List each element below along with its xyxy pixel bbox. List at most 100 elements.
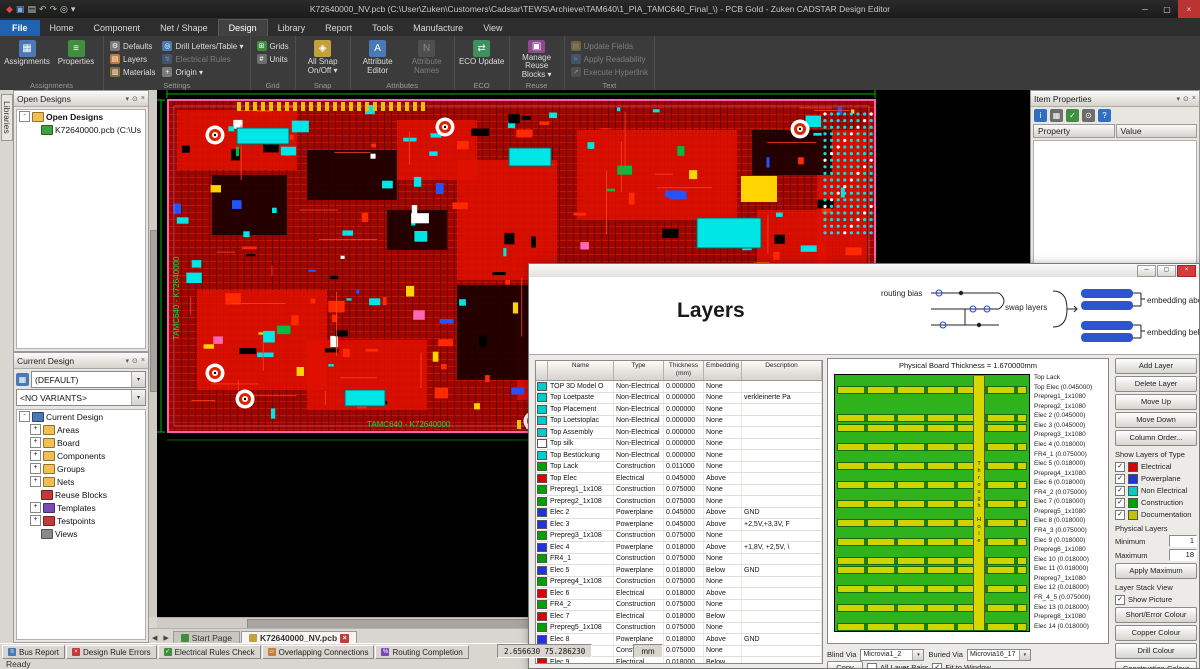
all-snap-on-off-button[interactable]: ◈All Snap On/Off ▾ (300, 38, 346, 79)
column-order-button[interactable]: Column Order... (1115, 430, 1197, 446)
chevron-down-icon[interactable]: ▾ (126, 95, 130, 103)
delete-layer-button[interactable]: Delete Layer (1115, 376, 1197, 392)
move-up-button[interactable]: Move Up (1115, 394, 1197, 410)
assignments-button[interactable]: ▦Assignments (4, 38, 50, 79)
show-layer-construction[interactable]: ✓Construction (1115, 497, 1197, 508)
current-design-templates[interactable]: +Templates (17, 501, 145, 514)
property-column-header[interactable]: Property (1033, 124, 1115, 138)
layer-row-fr4-2[interactable]: FR4_2Construction0.075000None (536, 600, 822, 612)
expander-icon[interactable]: - (19, 411, 30, 422)
layer-row-top-best-ckung[interactable]: Top BestückungNon-Electrical0.000000None (536, 450, 822, 462)
value-column-header[interactable]: Value (1116, 124, 1198, 138)
chevron-down-icon[interactable]: ▾ (1177, 95, 1181, 103)
ribbon-tab-tools[interactable]: Tools (362, 20, 403, 36)
defaults-button[interactable]: ⚙Defaults (108, 40, 157, 52)
current-design-areas[interactable]: +Areas (17, 423, 145, 436)
close-button[interactable]: × (1178, 0, 1200, 18)
libraries-tab[interactable]: Libraries (1, 94, 13, 141)
layer-row-elec-2[interactable]: Elec 2Powerplane0.045000AboveGND (536, 508, 822, 520)
expander-icon[interactable]: + (30, 476, 41, 487)
close-icon[interactable]: × (1192, 95, 1196, 103)
attribute-editor-button[interactable]: AAttribute Editor (355, 38, 401, 79)
ribbon-tab-view[interactable]: View (473, 20, 512, 36)
dialog-minimize-button[interactable]: ─ (1137, 265, 1156, 277)
ribbon-tab-report[interactable]: Report (315, 20, 362, 36)
pin-icon[interactable]: ⊙ (132, 357, 138, 365)
routing-completion-button[interactable]: %Routing Completion (375, 645, 468, 659)
origin-button[interactable]: +Origin ▾ (160, 66, 245, 78)
layer-row-top-loetpaste[interactable]: Top LoetpasteNon-Electrical0.000000Nonev… (536, 393, 822, 405)
eco-update-button[interactable]: ⇄ECO Update (459, 38, 505, 79)
ribbon-tab-file[interactable]: File (0, 20, 40, 36)
layer-row-top-3d-model-o[interactable]: TOP 3D Model ONon-Electrical0.000000None (536, 381, 822, 393)
current-design-board[interactable]: +Board (17, 436, 145, 449)
layers-dialog-titlebar[interactable]: ─▢× (529, 264, 1199, 277)
app-icon[interactable]: ◆ (6, 3, 13, 15)
checkbox-icon[interactable]: ✓ (1115, 462, 1125, 472)
chevron-down-icon[interactable]: ▾ (131, 372, 145, 387)
current-design-reuse-blocks[interactable]: Reuse Blocks (17, 488, 145, 501)
redo-icon[interactable]: ↷ (50, 3, 58, 15)
column-header-type[interactable]: Type (614, 361, 664, 380)
units-button[interactable]: #Units (255, 53, 291, 65)
minimize-button[interactable]: ─ (1134, 0, 1156, 18)
attribute-names-button[interactable]: NAttribute Names (404, 38, 450, 79)
move-down-button[interactable]: Move Down (1115, 412, 1197, 428)
checkbox-icon[interactable] (867, 663, 877, 669)
layer-row-prepreg4-1x108[interactable]: Prepreg4_1x108Construction0.075000None (536, 577, 822, 589)
show-layer-non-electrical[interactable]: ✓Non Electrical (1115, 485, 1197, 496)
expander-icon[interactable]: + (30, 424, 41, 435)
open-designs-open-designs[interactable]: -Open Designs (17, 110, 145, 123)
grids-button[interactable]: ⊞Grids (255, 40, 291, 52)
layer-row-top-lack[interactable]: Top LackConstruction0.011000None (536, 462, 822, 474)
copper-colour-button[interactable]: Copper Colour (1115, 625, 1197, 641)
expander-icon[interactable]: + (30, 515, 41, 526)
current-design-nets[interactable]: +Nets (17, 475, 145, 488)
layer-row-top-loetstoplac[interactable]: Top LoetstoplacNon-Electrical0.000000Non… (536, 416, 822, 428)
properties-button[interactable]: ≡Properties (53, 38, 99, 79)
add-layer-button[interactable]: Add Layer (1115, 358, 1197, 374)
expander-icon[interactable]: + (30, 463, 41, 474)
current-design-current-design[interactable]: -Current Design (17, 410, 145, 423)
save-icon[interactable]: ▣ (16, 3, 25, 15)
layer-row-elec-3[interactable]: Elec 3Powerplane0.045000Above+2,5V,+3,3V… (536, 519, 822, 531)
short-error-colour-button[interactable]: Short/Error Colour (1115, 607, 1197, 623)
maximum-field[interactable]: 18 (1169, 549, 1197, 561)
materials-button[interactable]: ▥Materials (108, 66, 157, 78)
close-icon[interactable]: × (141, 95, 145, 103)
update-fields-button[interactable]: ▤Update Fields (569, 40, 650, 52)
ribbon-tab-manufacture[interactable]: Manufacture (403, 20, 473, 36)
chevron-down-icon[interactable]: ▾ (126, 357, 130, 365)
layer-row-prepreg3-1x108[interactable]: Prepreg3_1x108Construction0.075000None (536, 531, 822, 543)
buried-via-dropdown[interactable]: Microvia16_17 ▾ (967, 649, 1031, 661)
undo-icon[interactable]: ↶ (39, 3, 47, 15)
current-design-views[interactable]: Views (17, 527, 145, 540)
blind-via-dropdown[interactable]: Microvia1_2 ▾ (860, 649, 924, 661)
chevron-down-icon[interactable]: ▾ (912, 650, 923, 660)
ribbon-tab-component[interactable]: Component (84, 20, 151, 36)
variant-dropdown[interactable]: (DEFAULT) ▾ (31, 371, 146, 388)
current-design-components[interactable]: +Components (17, 449, 145, 462)
ribbon-tab-library[interactable]: Library (268, 20, 316, 36)
current-design-groups[interactable]: +Groups (17, 462, 145, 475)
design-rule-errors-button[interactable]: ×Design Rule Errors (66, 645, 157, 659)
minimum-field[interactable]: 1 (1169, 535, 1197, 547)
dialog-maximize-button[interactable]: ▢ (1157, 265, 1176, 277)
show-layer-electrical[interactable]: ✓Electrical (1115, 461, 1197, 472)
expander-icon[interactable]: + (30, 437, 41, 448)
open-designs-k72640000-pcb-c-us[interactable]: K72640000.pcb (C:\Us (17, 123, 145, 136)
variant-icon[interactable]: ▦ (16, 373, 29, 386)
expander-icon[interactable]: + (30, 450, 41, 461)
layer-row-top-elec[interactable]: Top ElecElectrical0.045000Above (536, 473, 822, 485)
pin-icon[interactable]: ⊙ (1082, 109, 1095, 122)
print-icon[interactable]: ▤ (27, 3, 36, 15)
chevron-down-icon[interactable]: ▾ (131, 390, 145, 405)
expander-icon[interactable]: + (30, 502, 41, 513)
zoom-icon[interactable]: ◎ (60, 3, 68, 15)
dialog-close-button[interactable]: × (1177, 265, 1196, 277)
info-icon[interactable]: i (1034, 109, 1047, 122)
manage-reuse-blocks-button[interactable]: ▣Manage Reuse Blocks ▾ (514, 38, 560, 79)
column-header-embedding[interactable]: Embedding (704, 361, 742, 380)
show-layer-powerplane[interactable]: ✓Powerplane (1115, 473, 1197, 484)
layer-row-elec-6[interactable]: Elec 6Electrical0.018000Above (536, 588, 822, 600)
